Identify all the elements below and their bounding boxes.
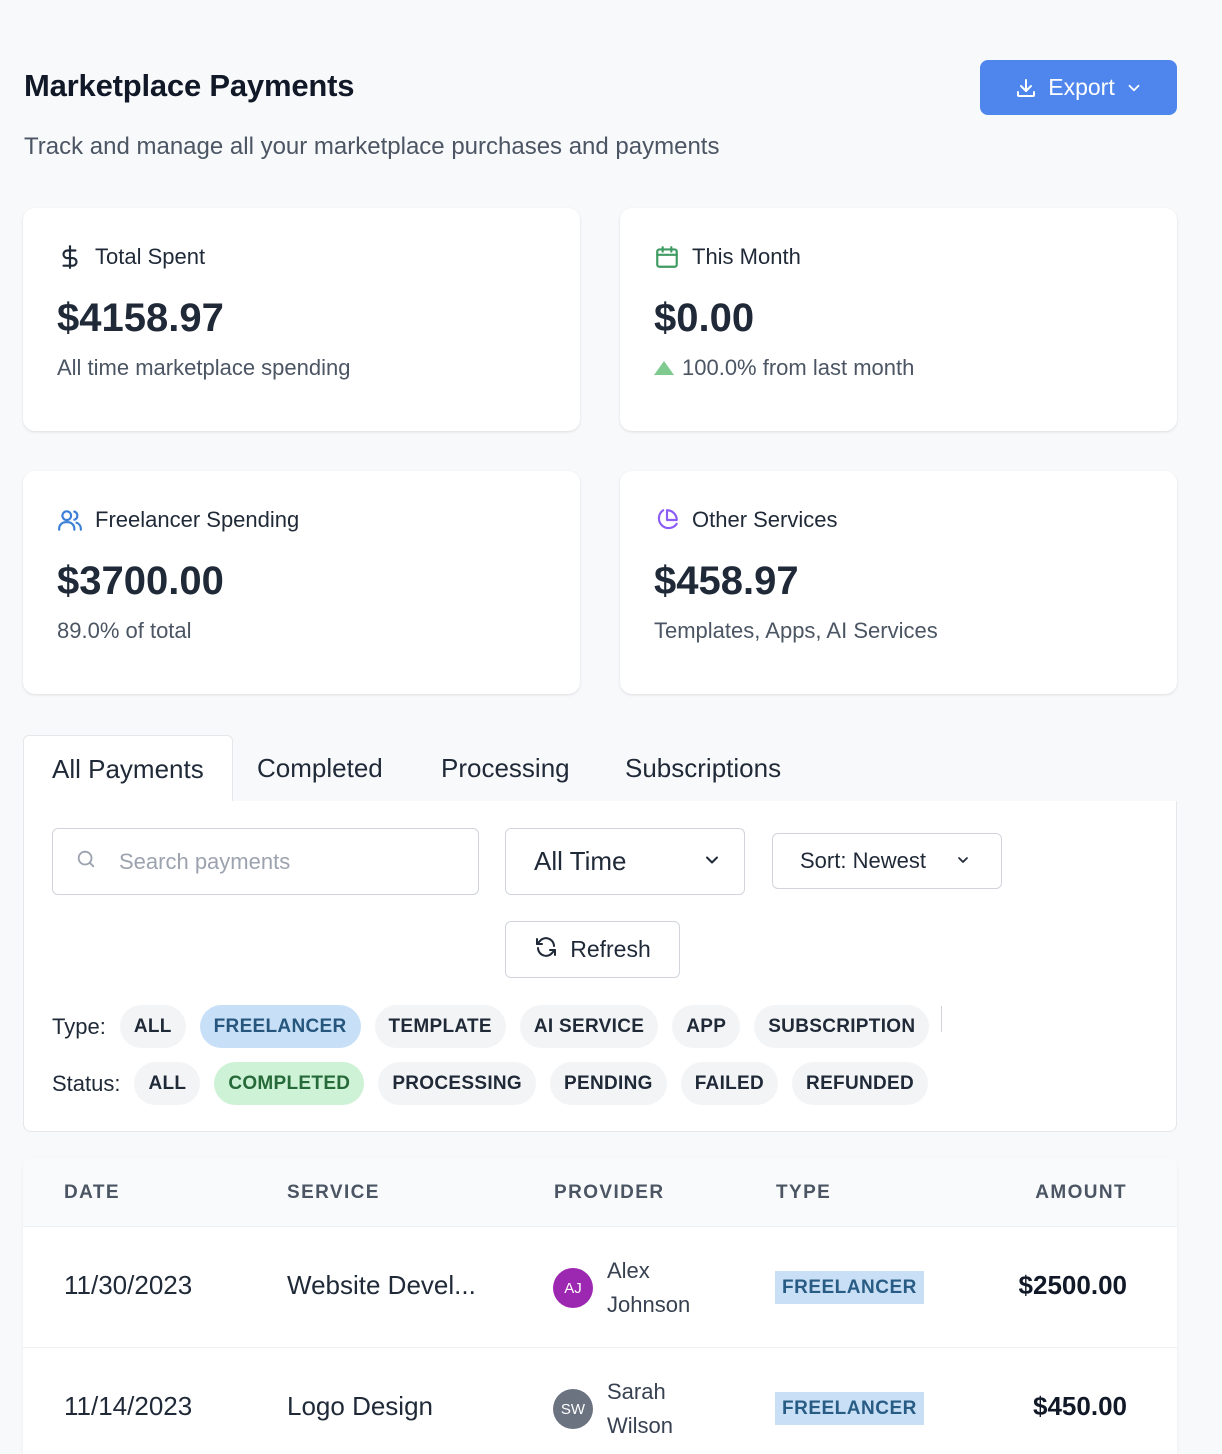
- status-chip-completed[interactable]: COMPLETED: [214, 1062, 365, 1105]
- users-icon: [57, 507, 83, 533]
- stat-label: Total Spent: [95, 244, 206, 269]
- download-icon: [1014, 76, 1038, 100]
- page-title: Marketplace Payments: [24, 68, 355, 103]
- export-button[interactable]: Export: [980, 60, 1177, 115]
- type-badge: FREELANCER: [775, 1392, 924, 1425]
- type-chip-ai-service[interactable]: AI SERVICE: [519, 1005, 659, 1048]
- type-filter-row: Type: ALL FREELANCER TEMPLATE AI SERVICE…: [52, 1005, 930, 1048]
- provider-name: Alex Johnson: [607, 1258, 691, 1317]
- stat-subtext: All time marketplace spending: [57, 355, 351, 380]
- time-range-select[interactable]: All Time: [505, 828, 745, 895]
- payment-amount: $450.00: [1033, 1391, 1127, 1421]
- stat-card-other-services: Other Services $458.97 Templates, Apps, …: [620, 471, 1177, 694]
- payment-service: Website Devel...: [287, 1270, 476, 1300]
- stat-label: This Month: [692, 244, 801, 269]
- search-box[interactable]: [52, 828, 479, 895]
- search-input[interactable]: [119, 848, 439, 875]
- stat-subtext: Templates, Apps, AI Services: [654, 618, 938, 643]
- time-range-value: All Time: [534, 846, 627, 876]
- column-header-service[interactable]: SERVICE: [287, 1182, 380, 1204]
- column-header-type[interactable]: TYPE: [776, 1182, 831, 1204]
- status-chip-all[interactable]: ALL: [134, 1062, 201, 1105]
- table-row[interactable]: 11/30/2023 Website Devel... AJ Alex John…: [23, 1227, 1177, 1348]
- search-icon: [75, 848, 97, 875]
- stat-subtext: 100.0% from last month: [682, 355, 915, 380]
- chevron-down-icon: [955, 848, 971, 874]
- column-header-amount[interactable]: AMOUNT: [1035, 1182, 1127, 1204]
- payment-amount: $2500.00: [1018, 1270, 1127, 1300]
- sort-value: Sort: Newest: [800, 848, 926, 873]
- filters-panel: All Time Sort: Newest Refresh Type: ALL …: [23, 801, 1177, 1132]
- trend-up-icon: [654, 361, 674, 375]
- table-header: DATE SERVICE PROVIDER TYPE AMOUNT: [23, 1158, 1177, 1227]
- provider-cell: SW Sarah Wilson: [553, 1375, 717, 1443]
- stat-subtext: 89.0% of total: [57, 618, 192, 643]
- type-badge: FREELANCER: [775, 1271, 924, 1304]
- stat-label: Freelancer Spending: [95, 507, 300, 532]
- payment-service: Logo Design: [287, 1391, 433, 1421]
- type-chip-all[interactable]: ALL: [119, 1005, 186, 1048]
- status-filter-label: Status:: [52, 1070, 121, 1096]
- stat-card-freelancer-spending: Freelancer Spending $3700.00 89.0% of to…: [23, 471, 580, 694]
- dollar-icon: [57, 244, 83, 270]
- refresh-button[interactable]: Refresh: [505, 921, 680, 978]
- payments-table: DATE SERVICE PROVIDER TYPE AMOUNT 11/30/…: [23, 1158, 1177, 1454]
- chevron-down-icon: [1125, 79, 1143, 97]
- stat-card-total-spent: Total Spent $4158.97 All time marketplac…: [23, 208, 580, 431]
- status-chip-failed[interactable]: FAILED: [680, 1062, 779, 1105]
- payment-date: 11/14/2023: [64, 1391, 193, 1421]
- table-row[interactable]: 11/14/2023 Logo Design SW Sarah Wilson F…: [23, 1348, 1177, 1454]
- payment-date: 11/30/2023: [64, 1270, 193, 1300]
- refresh-icon: [534, 935, 558, 965]
- pie-chart-icon: [654, 507, 680, 533]
- provider-name: Sarah Wilson: [607, 1379, 674, 1438]
- refresh-label: Refresh: [570, 936, 651, 962]
- calendar-icon: [654, 244, 680, 270]
- tab-processing[interactable]: Processing: [441, 735, 570, 802]
- tab-completed[interactable]: Completed: [257, 735, 383, 802]
- page-subtitle: Track and manage all your marketplace pu…: [24, 133, 720, 160]
- status-chip-processing[interactable]: PROCESSING: [378, 1062, 537, 1105]
- tab-bar: All Payments Completed Processing Subscr…: [23, 735, 1177, 802]
- avatar: SW: [553, 1389, 593, 1429]
- stat-label: Other Services: [692, 507, 838, 532]
- avatar: AJ: [553, 1268, 593, 1308]
- type-chip-subscription[interactable]: SUBSCRIPTION: [754, 1005, 930, 1048]
- tab-all-payments[interactable]: All Payments: [23, 735, 233, 802]
- export-label: Export: [1048, 74, 1115, 100]
- status-chip-refunded[interactable]: REFUNDED: [792, 1062, 929, 1105]
- provider-cell: AJ Alex Johnson: [553, 1254, 717, 1322]
- type-chip-app[interactable]: APP: [672, 1005, 741, 1048]
- sort-select[interactable]: Sort: Newest: [772, 833, 1002, 889]
- status-filter-row: Status: ALL COMPLETED PROCESSING PENDING…: [52, 1062, 929, 1105]
- filter-divider: [941, 1006, 942, 1032]
- column-header-date[interactable]: DATE: [64, 1182, 120, 1204]
- stat-value: $3700.00: [57, 559, 224, 603]
- stat-value: $0.00: [654, 296, 755, 340]
- type-chip-freelancer[interactable]: FREELANCER: [199, 1005, 361, 1048]
- stat-value: $458.97: [654, 559, 799, 603]
- type-filter-label: Type:: [52, 1013, 106, 1039]
- column-header-provider[interactable]: PROVIDER: [554, 1182, 664, 1204]
- tab-subscriptions[interactable]: Subscriptions: [625, 735, 781, 802]
- stat-value: $4158.97: [57, 296, 224, 340]
- chevron-down-icon: [702, 846, 722, 877]
- stat-card-this-month: This Month $0.00 100.0% from last month: [620, 208, 1177, 431]
- status-chip-pending[interactable]: PENDING: [550, 1062, 667, 1105]
- type-chip-template[interactable]: TEMPLATE: [374, 1005, 506, 1048]
